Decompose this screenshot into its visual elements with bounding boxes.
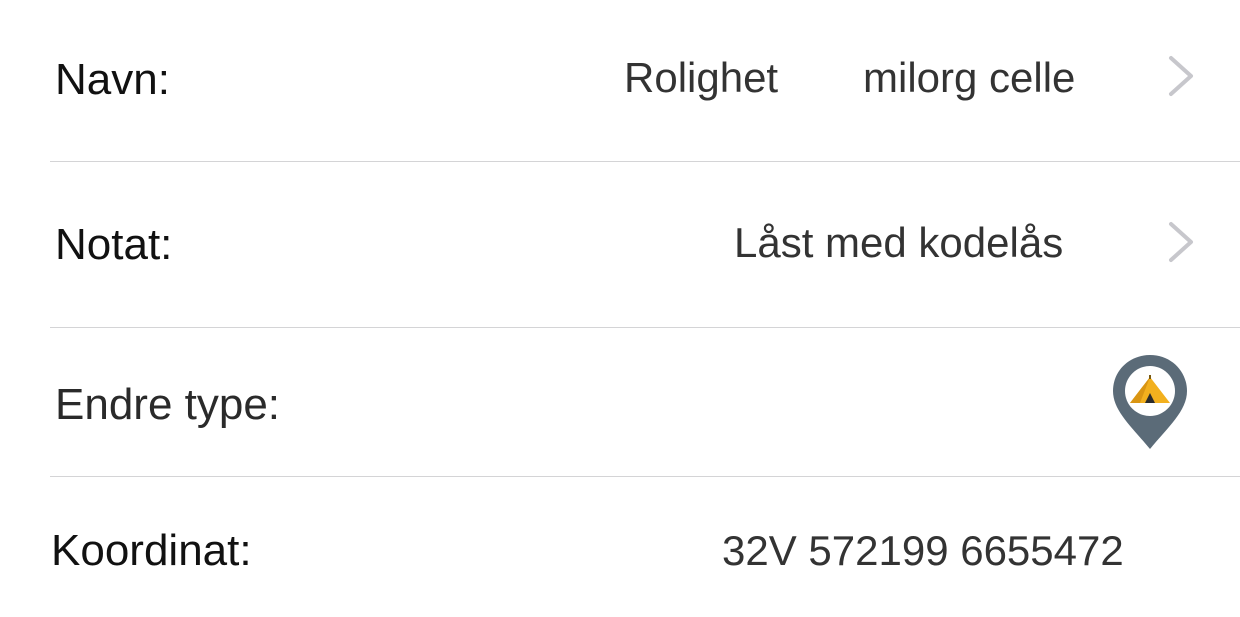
type-label: Endre type: [55, 380, 281, 429]
note-label: Notat: [55, 220, 173, 269]
chevron-right-icon[interactable] [1164, 218, 1198, 266]
note-row[interactable]: Notat: Låst med kodelås [0, 162, 1240, 327]
coordinate-row: Koordinat: 32V 572199 6655472 [0, 477, 1240, 617]
waypoint-detail-list: Navn: Rolighet milorg celle Notat: Låst … [0, 0, 1240, 617]
name-label: Navn: [55, 55, 170, 104]
name-value-first: Rolighet [624, 54, 779, 101]
note-value: Låst med kodelås [734, 219, 1064, 266]
chevron-right-icon[interactable] [1164, 52, 1198, 100]
type-row[interactable]: Endre type: [0, 328, 1240, 476]
tent-location-pin-icon[interactable] [1110, 353, 1190, 451]
coordinate-label: Koordinat: [51, 526, 252, 575]
coordinate-value: 32V 572199 6655472 [722, 527, 1124, 574]
name-value-second: milorg celle [863, 54, 1076, 101]
name-row[interactable]: Navn: Rolighet milorg celle [0, 0, 1240, 161]
